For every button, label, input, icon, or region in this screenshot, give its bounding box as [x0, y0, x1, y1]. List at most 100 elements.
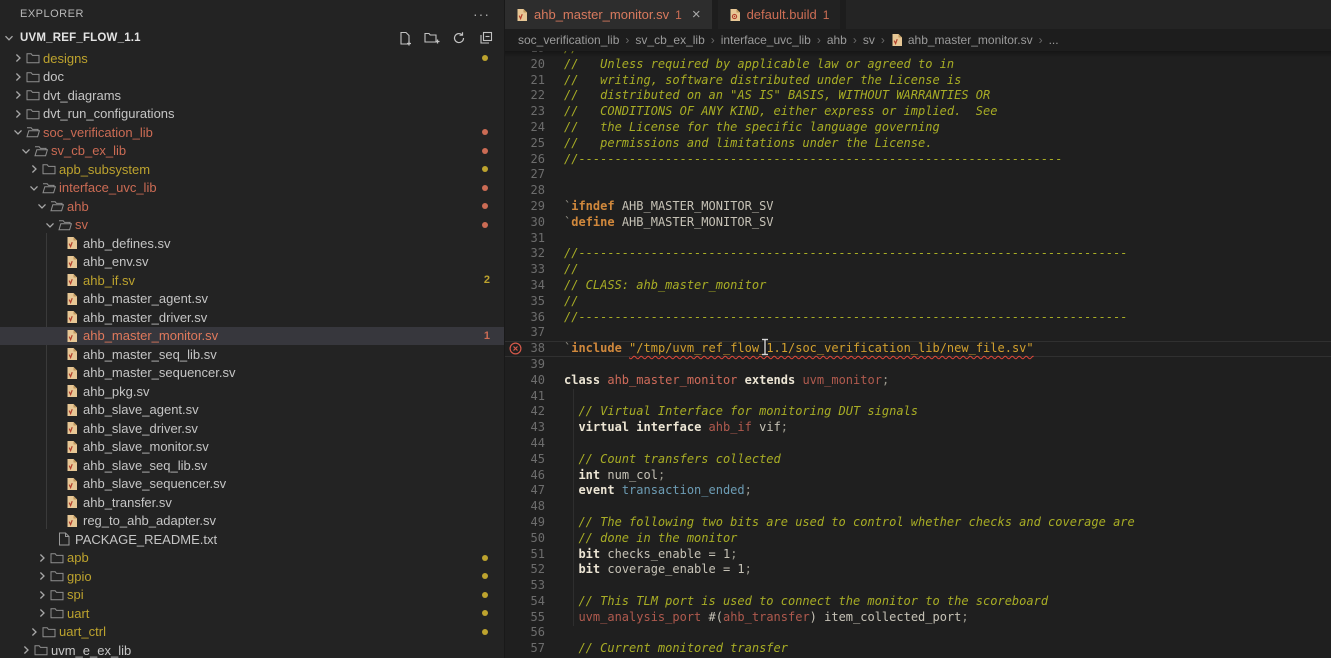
new-file-icon[interactable]: [397, 30, 413, 46]
code-line-52[interactable]: 52 bit coverage_enable = 1;: [505, 562, 1331, 578]
breadcrumb-label: sv: [863, 33, 875, 47]
code-line-50[interactable]: 50 // done in the monitor: [505, 531, 1331, 547]
code-line-35[interactable]: 35//: [505, 294, 1331, 310]
code-line-44[interactable]: 44: [505, 436, 1331, 452]
breadcrumb-item-sv_cb_ex_lib[interactable]: sv_cb_ex_lib: [635, 33, 704, 47]
more-actions-icon[interactable]: ···: [473, 6, 490, 22]
workspace-section-header[interactable]: UVM_REF_FLOW_1.1: [0, 27, 504, 49]
code-line-48[interactable]: 48: [505, 499, 1331, 515]
tree-folder-ahb[interactable]: ahb: [0, 197, 504, 216]
tree-file-ahb_master_driver.sv[interactable]: ahb_master_driver.sv: [0, 308, 504, 327]
breadcrumb-item-interface_uvc_lib[interactable]: interface_uvc_lib: [721, 33, 811, 47]
tree-folder-interface_uvc_lib[interactable]: interface_uvc_lib: [0, 179, 504, 198]
tree-folder-doc[interactable]: doc: [0, 68, 504, 87]
code-line-47[interactable]: 47 event transaction_ended;: [505, 483, 1331, 499]
tree-folder-uart_ctrl[interactable]: uart_ctrl: [0, 623, 504, 642]
collapse-all-icon[interactable]: [478, 30, 494, 46]
code-line-39[interactable]: 39: [505, 357, 1331, 373]
code-line-24[interactable]: 24// the License for the specific langua…: [505, 120, 1331, 136]
tree-folder-gpio[interactable]: gpio: [0, 567, 504, 586]
code-line-21[interactable]: 21// writing, software distributed under…: [505, 73, 1331, 89]
tree-item-label: ahb_pkg.sv: [83, 384, 150, 399]
code-line-27[interactable]: 27: [505, 167, 1331, 183]
code-editor[interactable]: 19//20// Unless required by applicable l…: [505, 51, 1331, 658]
code-line-25[interactable]: 25// permissions and limitations under t…: [505, 136, 1331, 152]
breadcrumb-item-sv[interactable]: sv: [863, 33, 875, 47]
code-token: ahb_transfer: [723, 610, 810, 624]
code-line-38[interactable]: 38`include "/tmp/uvm_ref_flow_1.1/soc_ve…: [505, 341, 1331, 357]
breadcrumb-item-ahb[interactable]: ahb: [827, 33, 847, 47]
tree-folder-dvt_run_configurations[interactable]: dvt_run_configurations: [0, 105, 504, 124]
code-line-20[interactable]: 20// Unless required by applicable law o…: [505, 57, 1331, 73]
tree-file-ahb_pkg.sv[interactable]: ahb_pkg.sv: [0, 382, 504, 401]
tree-file-ahb_transfer.sv[interactable]: ahb_transfer.sv: [0, 493, 504, 512]
code-line-22[interactable]: 22// distributed on an "AS IS" BASIS, WI…: [505, 88, 1331, 104]
breadcrumb-item-...[interactable]: ...: [1049, 33, 1059, 47]
close-tab-icon[interactable]: ×: [692, 6, 701, 23]
code-line-30[interactable]: 30`define AHB_MASTER_MONITOR_SV: [505, 215, 1331, 231]
tree-folder-spi[interactable]: spi: [0, 586, 504, 605]
tree-file-ahb_master_monitor.sv[interactable]: ahb_master_monitor.sv1: [0, 327, 504, 346]
breadcrumb-item-soc_verification_lib[interactable]: soc_verification_lib: [518, 33, 619, 47]
code-line-26[interactable]: 26//------------------------------------…: [505, 152, 1331, 168]
tree-folder-uvm_e_ex_lib[interactable]: uvm_e_ex_lib: [0, 641, 504, 658]
tree-file-reg_to_ahb_adapter.sv[interactable]: reg_to_ahb_adapter.sv: [0, 512, 504, 531]
code-line-37[interactable]: 37: [505, 325, 1331, 341]
tree-folder-apb_subsystem[interactable]: apb_subsystem: [0, 160, 504, 179]
folder-icon: [50, 570, 67, 582]
code-line-55[interactable]: 55 uvm_analysis_port #(ahb_transfer) ite…: [505, 610, 1331, 626]
tree-item-label: ahb_slave_seq_lib.sv: [83, 458, 207, 473]
tree-file-ahb_if.sv[interactable]: ahb_if.sv2: [0, 271, 504, 290]
tree-file-ahb_env.sv[interactable]: ahb_env.sv: [0, 253, 504, 272]
code-token: include: [571, 341, 622, 355]
tree-folder-uart[interactable]: uart: [0, 604, 504, 623]
tree-file-ahb_master_seq_lib.sv[interactable]: ahb_master_seq_lib.sv: [0, 345, 504, 364]
code-line-36[interactable]: 36//------------------------------------…: [505, 310, 1331, 326]
tree-folder-sv[interactable]: sv: [0, 216, 504, 235]
code-line-33[interactable]: 33//: [505, 262, 1331, 278]
refresh-icon[interactable]: [451, 30, 467, 46]
code-line-56[interactable]: 56: [505, 625, 1331, 641]
tree-file-PACKAGE_README.txt[interactable]: PACKAGE_README.txt: [0, 530, 504, 549]
new-folder-icon[interactable]: [424, 30, 440, 46]
tree-file-ahb_defines.sv[interactable]: ahb_defines.sv: [0, 234, 504, 253]
tree-file-ahb_master_sequencer.sv[interactable]: ahb_master_sequencer.sv: [0, 364, 504, 383]
code-line-46[interactable]: 46 int num_col;: [505, 468, 1331, 484]
code-line-40[interactable]: 40class ahb_master_monitor extends uvm_m…: [505, 373, 1331, 389]
code-line-41[interactable]: 41: [505, 389, 1331, 405]
code-token: extends: [745, 373, 796, 387]
tree-folder-soc_verification_lib[interactable]: soc_verification_lib: [0, 123, 504, 142]
chevron-right-icon: [34, 590, 50, 600]
code-line-23[interactable]: 23// CONDITIONS OF ANY KIND, either expr…: [505, 104, 1331, 120]
code-line-57[interactable]: 57 // Current monitored transfer: [505, 641, 1331, 657]
tab-default.build[interactable]: default.build1: [718, 0, 847, 29]
tree-file-ahb_slave_monitor.sv[interactable]: ahb_slave_monitor.sv: [0, 438, 504, 457]
tree-folder-designs[interactable]: designs: [0, 49, 504, 68]
code-line-51[interactable]: 51 bit checks_enable = 1;: [505, 547, 1331, 563]
tree-file-ahb_slave_agent.sv[interactable]: ahb_slave_agent.sv: [0, 401, 504, 420]
code-line-29[interactable]: 29`ifndef AHB_MASTER_MONITOR_SV: [505, 199, 1331, 215]
tree-file-ahb_master_agent.sv[interactable]: ahb_master_agent.sv: [0, 290, 504, 309]
tree-file-ahb_slave_seq_lib.sv[interactable]: ahb_slave_seq_lib.sv: [0, 456, 504, 475]
code-line-54[interactable]: 54 // This TLM port is used to connect t…: [505, 594, 1331, 610]
tree-folder-dvt_diagrams[interactable]: dvt_diagrams: [0, 86, 504, 105]
code-line-45[interactable]: 45 // Count transfers collected: [505, 452, 1331, 468]
code-line-31[interactable]: 31: [505, 231, 1331, 247]
tree-folder-sv_cb_ex_lib[interactable]: sv_cb_ex_lib: [0, 142, 504, 161]
code-line-42[interactable]: 42 // Virtual Interface for monitoring D…: [505, 404, 1331, 420]
code-line-43[interactable]: 43 virtual interface ahb_if vif;: [505, 420, 1331, 436]
line-number: 52: [505, 562, 564, 578]
code-line-53[interactable]: 53: [505, 578, 1331, 594]
tab-ahb_master_monitor.sv[interactable]: ahb_master_monitor.sv1×: [505, 0, 718, 29]
tree-file-ahb_slave_sequencer.sv[interactable]: ahb_slave_sequencer.sv: [0, 475, 504, 494]
breadcrumb-item-ahb_master_monitor.sv[interactable]: ahb_master_monitor.sv: [891, 33, 1033, 47]
line-number: 54: [505, 594, 564, 610]
sv-file-icon: [891, 33, 903, 47]
code-line-28[interactable]: 28: [505, 183, 1331, 199]
tree-file-ahb_slave_driver.sv[interactable]: ahb_slave_driver.sv: [0, 419, 504, 438]
code-line-32[interactable]: 32//------------------------------------…: [505, 246, 1331, 262]
code-line-34[interactable]: 34// CLASS: ahb_master_monitor: [505, 278, 1331, 294]
code-line-49[interactable]: 49 // The following two bits are used to…: [505, 515, 1331, 531]
line-number: 32: [505, 246, 564, 262]
tree-folder-apb[interactable]: apb: [0, 549, 504, 568]
